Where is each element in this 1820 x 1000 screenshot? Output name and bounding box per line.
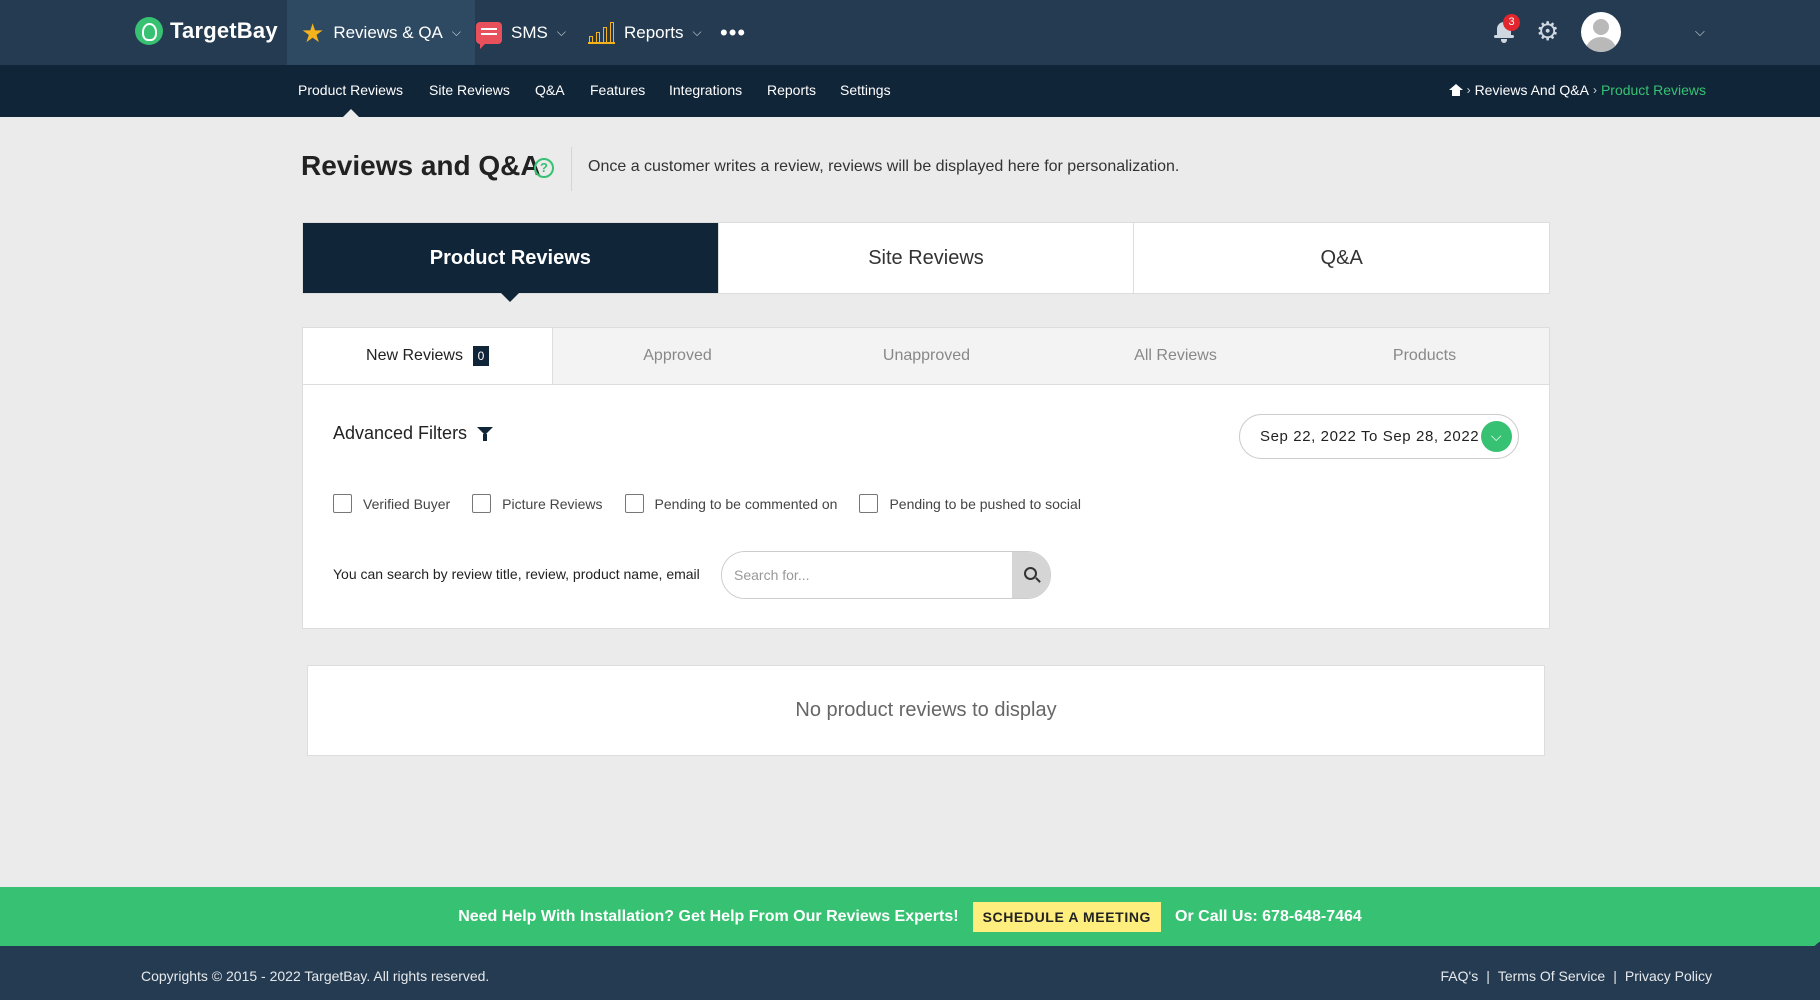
filter-checkboxes: Verified Buyer Picture Reviews Pending t… <box>333 494 1081 513</box>
faq-link[interactable]: FAQ's <box>1441 968 1479 984</box>
search-input[interactable] <box>722 552 1012 598</box>
advanced-filters-toggle[interactable]: Advanced Filters <box>333 423 494 444</box>
checkbox-label: Pending to be commented on <box>654 495 838 512</box>
subnav-reports[interactable]: Reports <box>767 82 816 98</box>
tab-products[interactable]: Products <box>1300 328 1549 384</box>
help-text: Need Help With Installation? Get Help Fr… <box>458 907 959 925</box>
subnav-product-reviews[interactable]: Product Reviews <box>298 82 403 117</box>
count-badge: 0 <box>472 346 489 366</box>
chevron-down-icon: ⌵ <box>692 25 702 39</box>
tab-product-reviews[interactable]: Product Reviews <box>303 223 719 302</box>
search-icon[interactable] <box>1012 552 1050 598</box>
divider <box>571 147 572 191</box>
chevron-right-icon: › <box>1466 83 1471 97</box>
breadcrumb-current: Product Reviews <box>1600 82 1706 98</box>
tab-new-reviews[interactable]: New Reviews 0 <box>303 328 553 384</box>
chevron-down-icon: ⌵ <box>451 25 462 39</box>
footer: Copyrights © 2015 - 2022 TargetBay. All … <box>0 946 1820 1000</box>
tab-label: New Reviews <box>366 347 463 364</box>
main-tabs: Product Reviews Site Reviews Q&A <box>302 222 1550 302</box>
topnav-reviews-qa[interactable]: ★ Reviews & QA ⌵ <box>287 0 476 65</box>
home-icon[interactable] <box>1448 84 1463 96</box>
checkbox-label: Picture Reviews <box>502 495 603 512</box>
checkbox-label: Pending to be pushed to social <box>889 495 1081 512</box>
search-hint: You can search by review title, review, … <box>333 566 700 582</box>
top-navbar: TargetBay ★ Reviews & QA ⌵ SMS ⌵ Reports… <box>0 0 1820 65</box>
logo-icon <box>135 17 163 45</box>
page-description: Once a customer writes a review, reviews… <box>588 158 1180 175</box>
schedule-meeting-button[interactable]: SCHEDULE A MEETING <box>972 901 1162 932</box>
advanced-filters-label: Advanced Filters <box>333 423 468 443</box>
gear-icon[interactable]: ⚙ <box>1536 18 1559 44</box>
review-status-tabs: New Reviews 0 Approved Unapproved All Re… <box>303 328 1549 385</box>
breadcrumb: › Reviews And Q&A › Product Reviews <box>1448 82 1706 98</box>
tab-site-reviews[interactable]: Site Reviews <box>719 223 1135 293</box>
more-menu-icon[interactable]: ••• <box>720 20 746 46</box>
footer-separator: | <box>1486 968 1490 984</box>
verified-buyer-checkbox[interactable]: Verified Buyer <box>333 494 450 513</box>
copyright: Copyrights © 2015 - 2022 TargetBay. All … <box>141 968 490 984</box>
topnav-reports[interactable]: Reports ⌵ <box>574 0 716 65</box>
tab-unapproved[interactable]: Unapproved <box>802 328 1051 384</box>
subnav-site-reviews[interactable]: Site Reviews <box>429 82 510 98</box>
subnav-settings[interactable]: Settings <box>840 82 891 98</box>
app-logo[interactable]: TargetBay <box>135 17 278 45</box>
search-box <box>721 551 1051 599</box>
subnav-features[interactable]: Features <box>590 82 645 98</box>
checkbox-label: Verified Buyer <box>363 495 451 512</box>
date-range-value: Sep 22, 2022 To Sep 28, 2022 <box>1260 428 1480 445</box>
checkbox[interactable] <box>624 494 644 513</box>
topnav-label: Reviews & QA <box>333 22 443 42</box>
sub-navbar: Product Reviews Site Reviews Q&A Feature… <box>0 65 1820 117</box>
terms-link[interactable]: Terms Of Service <box>1498 968 1605 984</box>
checkbox[interactable] <box>472 494 492 513</box>
help-banner: Need Help With Installation? Get Help Fr… <box>0 887 1820 946</box>
chevron-down-icon[interactable]: ⌵ <box>1481 421 1512 452</box>
checkbox[interactable] <box>333 494 352 513</box>
empty-state: No product reviews to display <box>307 665 1545 756</box>
footer-links: FAQ's | Terms Of Service | Privacy Polic… <box>1441 968 1712 984</box>
topnav-label: Reports <box>624 22 684 42</box>
chat-icon <box>476 21 502 49</box>
help-icon[interactable]: ? <box>534 158 554 178</box>
footer-separator: | <box>1613 968 1617 984</box>
subnav-qa[interactable]: Q&A <box>535 82 565 98</box>
page-title: Reviews and Q&A <box>301 150 541 181</box>
filter-card: New Reviews 0 Approved Unapproved All Re… <box>302 327 1550 629</box>
app-name: TargetBay <box>170 18 278 43</box>
tab-qa[interactable]: Q&A <box>1134 223 1549 293</box>
topnav-label: SMS <box>511 22 548 42</box>
avatar[interactable] <box>1581 12 1621 52</box>
tab-all-reviews[interactable]: All Reviews <box>1051 328 1300 384</box>
chevron-right-icon: › <box>1592 83 1597 97</box>
chevron-down-icon[interactable]: ⌵ <box>1695 24 1705 40</box>
pending-social-checkbox[interactable]: Pending to be pushed to social <box>859 494 1081 513</box>
date-range-picker[interactable]: Sep 22, 2022 To Sep 28, 2022 ⌵ <box>1239 414 1519 459</box>
star-icon: ★ <box>301 17 325 48</box>
checkbox[interactable] <box>859 494 879 513</box>
bar-chart-icon <box>588 21 615 44</box>
topnav-sms[interactable]: SMS ⌵ <box>462 0 580 65</box>
tab-approved[interactable]: Approved <box>553 328 802 384</box>
subnav-integrations[interactable]: Integrations <box>669 82 742 98</box>
picture-reviews-checkbox[interactable]: Picture Reviews <box>472 494 603 513</box>
privacy-link[interactable]: Privacy Policy <box>1625 968 1712 984</box>
filter-icon <box>477 426 494 442</box>
notification-badge: 3 <box>1503 14 1520 31</box>
pending-comment-checkbox[interactable]: Pending to be commented on <box>624 494 838 513</box>
breadcrumb-item[interactable]: Reviews And Q&A <box>1475 82 1589 98</box>
call-us-text: Or Call Us: 678-648-7464 <box>1175 907 1362 925</box>
chevron-down-icon: ⌵ <box>556 25 566 39</box>
